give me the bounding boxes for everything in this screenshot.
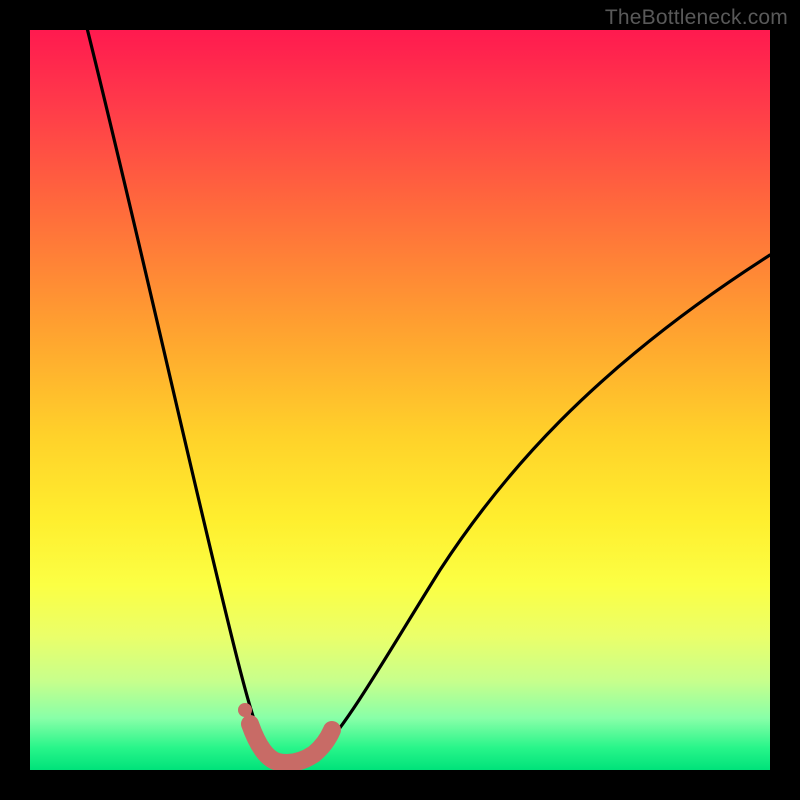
watermark-text: TheBottleneck.com — [605, 6, 788, 30]
highlight-band — [250, 724, 332, 763]
marker-dot — [238, 703, 252, 717]
chart-frame: TheBottleneck.com — [0, 0, 800, 800]
plot-area — [30, 30, 770, 770]
bottleneck-curve-svg — [30, 30, 770, 770]
bottleneck-curve — [85, 30, 770, 763]
